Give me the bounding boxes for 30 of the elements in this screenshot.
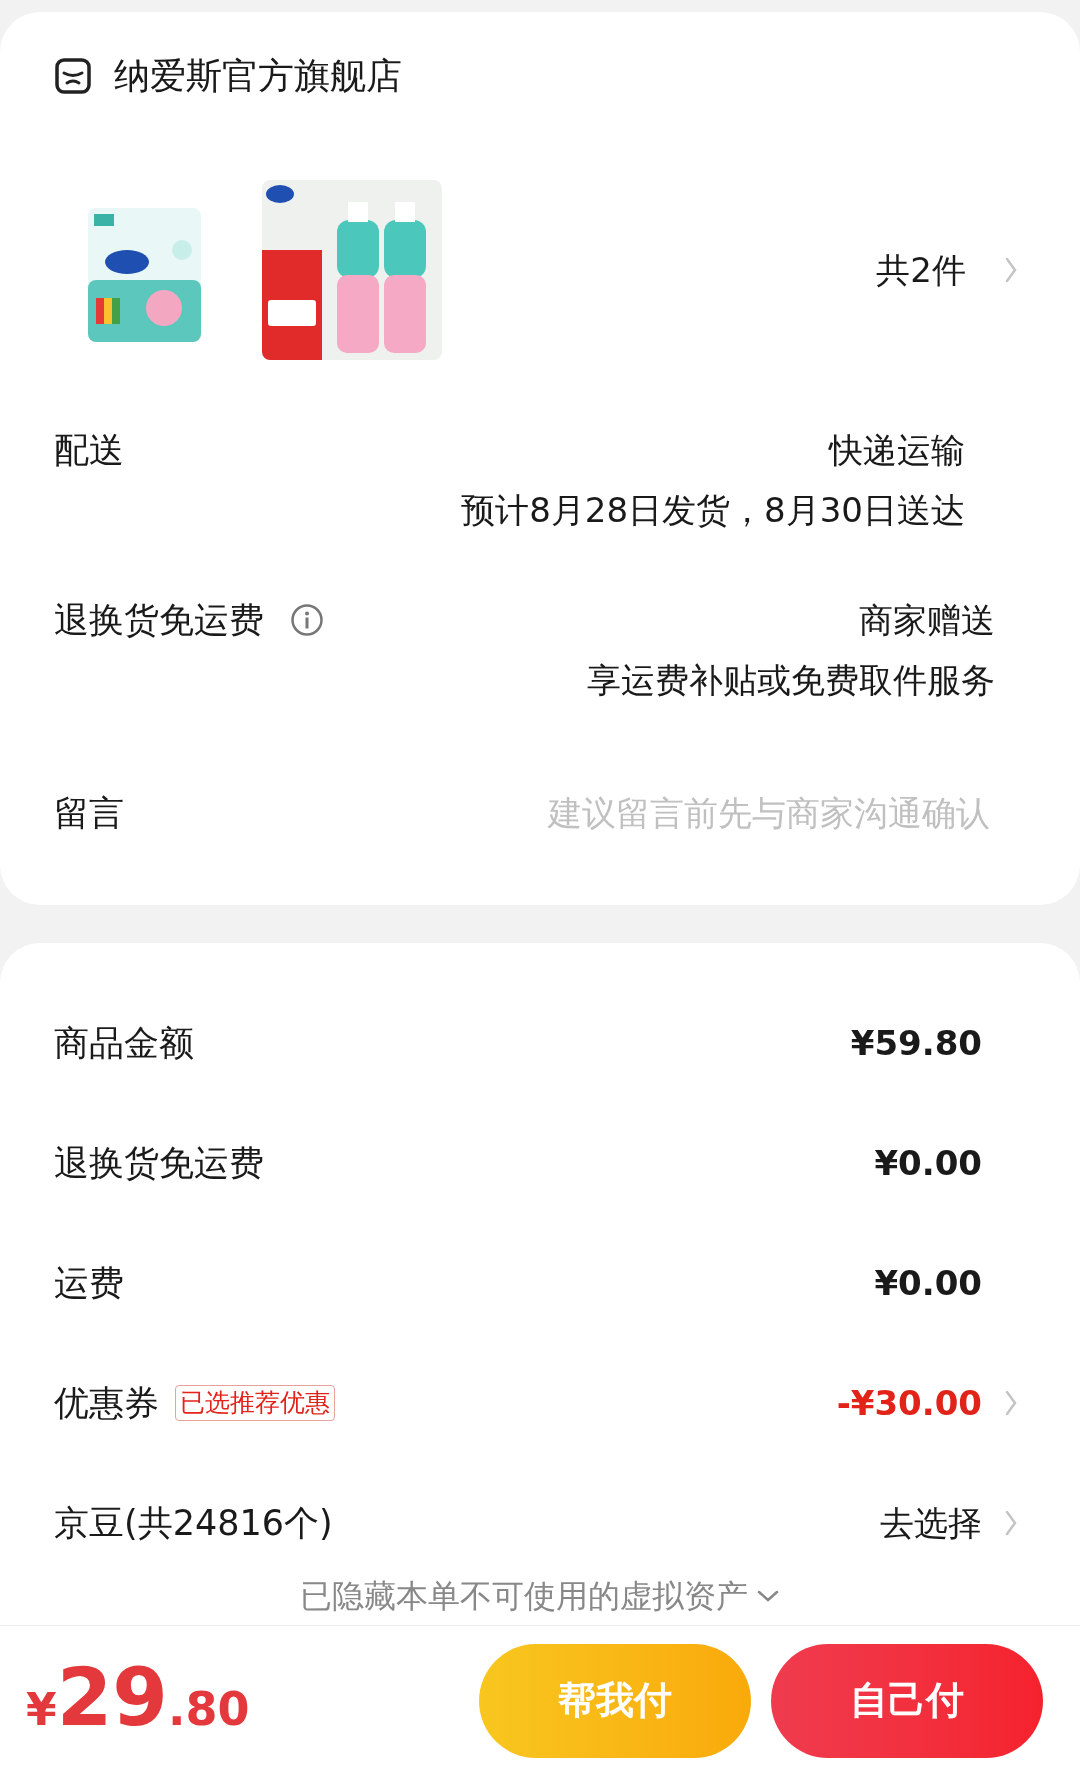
row-label: 京豆(共24816个) (54, 1501, 333, 1545)
amount-text: ¥0.00 (874, 1261, 982, 1305)
pay-button[interactable]: 自己付 (771, 1643, 1043, 1758)
item-count[interactable]: 共2件 (876, 244, 966, 296)
amount-text: ¥59.80 (850, 1021, 982, 1065)
chevron-down-icon[interactable] (756, 1589, 780, 1603)
chevron-right-icon (1004, 1388, 1018, 1418)
row-label: 优惠券 (54, 1381, 159, 1425)
chevron-right-icon (1004, 255, 1018, 285)
amount-text: -¥30.00 (836, 1381, 982, 1425)
detail-text: 商家赠送 (859, 599, 995, 642)
row-label: 退换货免运费 (54, 1141, 264, 1185)
coupon-tag: 已选推荐优惠 (175, 1385, 335, 1421)
detail-text: 享运费补贴或免费取件服务 (587, 659, 995, 702)
chevron-right-icon (1004, 1508, 1018, 1538)
detail-text: 快递运输 (829, 429, 965, 472)
select-link[interactable]: 去选择 (880, 1497, 982, 1549)
row-label: 运费 (54, 1261, 124, 1305)
amount-text: ¥0.00 (874, 1141, 982, 1185)
message-field[interactable]: 建议留言前先与商家沟通确认 (430, 788, 990, 838)
detail-text: 预计8月28日发货，8月30日送达 (461, 489, 965, 532)
row-label: 留言 (54, 792, 124, 835)
store-icon (54, 57, 92, 95)
info-icon[interactable] (290, 603, 324, 637)
row-label: 配送 (54, 428, 124, 472)
hidden-assets-note[interactable]: 已隐藏本单不可使用的虚拟资产 (300, 1577, 748, 1615)
row-label: 退换货免运费 (54, 598, 264, 642)
store-name[interactable]: 纳爱斯官方旗舰店 (114, 49, 402, 103)
row-label: 商品金额 (54, 1021, 194, 1065)
total-price: ¥29.80 (26, 1657, 250, 1744)
